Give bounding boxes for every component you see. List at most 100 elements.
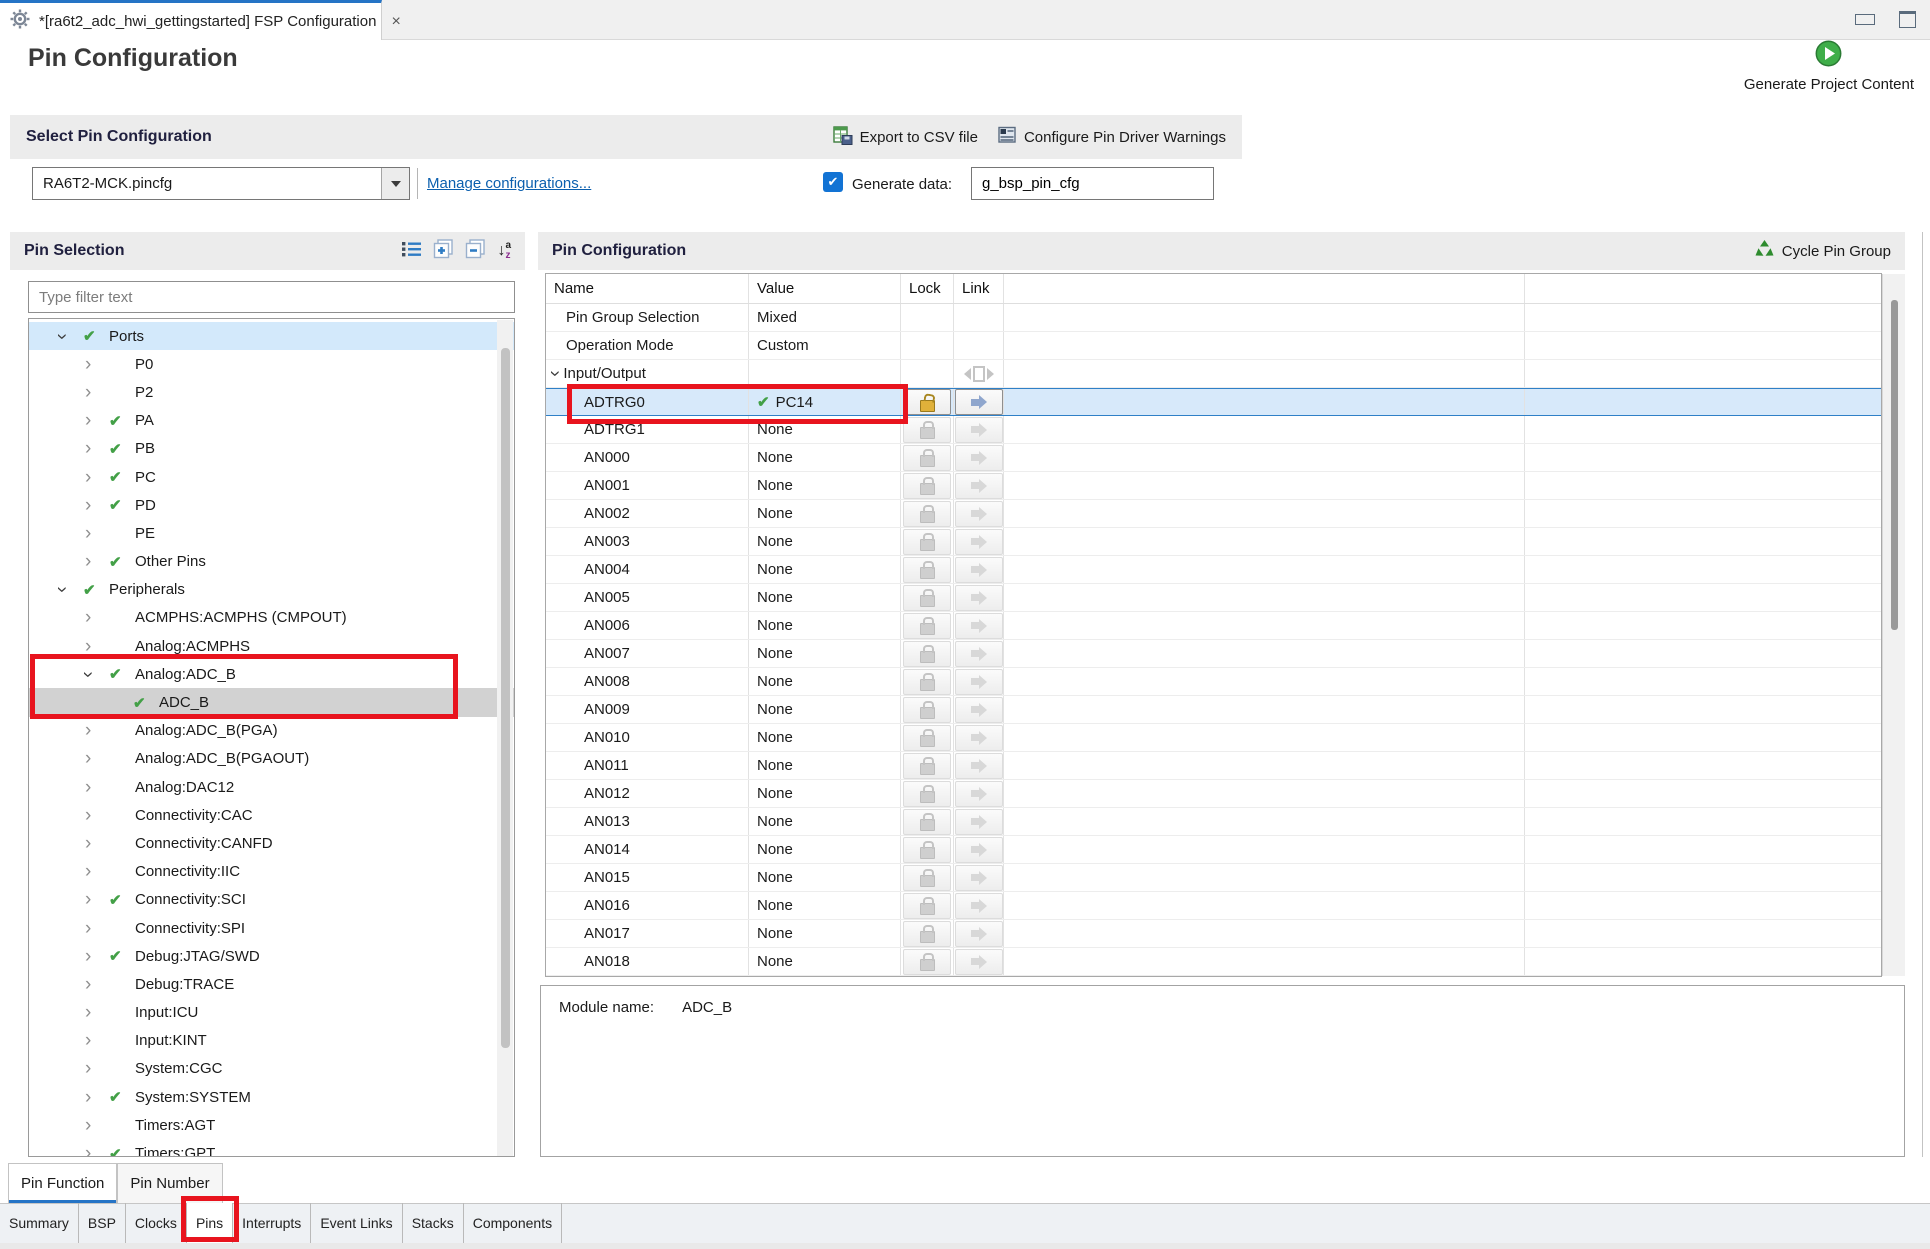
collapse-all-icon[interactable] xyxy=(465,239,486,264)
pin-table-row[interactable]: AN009None xyxy=(546,696,1881,724)
tab-summary[interactable]: Summary xyxy=(0,1203,79,1243)
tree-item[interactable]: ›Timers:AGT xyxy=(29,1111,514,1139)
pin-table-row[interactable]: AN014None xyxy=(546,836,1881,864)
pin-table-row[interactable]: AN013None xyxy=(546,808,1881,836)
tree-item[interactable]: ›P0 xyxy=(29,350,514,378)
lock-button[interactable] xyxy=(903,893,951,919)
tree-item[interactable]: ›✔Debug:JTAG/SWD xyxy=(29,942,514,970)
tree-item[interactable]: ›Connectivity:CANFD xyxy=(29,829,514,857)
link-button[interactable] xyxy=(955,921,1003,947)
chevron-down-icon[interactable]: › xyxy=(53,333,72,339)
chevron-right-icon[interactable]: › xyxy=(85,439,91,458)
tree-item[interactable]: ›✔Timers:GPT xyxy=(29,1139,514,1157)
table-scrollbar-thumb[interactable] xyxy=(1891,300,1898,630)
pin-table-row[interactable]: ADTRG1None xyxy=(546,416,1881,444)
pin-table-row[interactable]: ›Input/Output xyxy=(546,360,1881,388)
pin-table-row[interactable]: AN008None xyxy=(546,668,1881,696)
chevron-right-icon[interactable]: › xyxy=(85,1116,91,1135)
chevron-down-icon[interactable]: › xyxy=(546,370,565,376)
pin-table-row[interactable]: Pin Group SelectionMixed xyxy=(546,304,1881,332)
lock-button[interactable] xyxy=(903,417,951,443)
tree-scrollbar-thumb[interactable] xyxy=(501,348,510,1048)
tab-stacks[interactable]: Stacks xyxy=(403,1203,464,1243)
chevron-right-icon[interactable]: › xyxy=(85,411,91,430)
tree-item[interactable]: ›P2 xyxy=(29,378,514,406)
tree-item[interactable]: ›PE xyxy=(29,519,514,547)
link-button[interactable] xyxy=(955,613,1003,639)
chevron-right-icon[interactable]: › xyxy=(85,1059,91,1078)
chevron-right-icon[interactable]: › xyxy=(85,1031,91,1050)
generate-data-checkbox[interactable]: ✔ xyxy=(823,172,843,192)
pin-table-row[interactable]: AN006None xyxy=(546,612,1881,640)
chevron-right-icon[interactable]: › xyxy=(85,1088,91,1107)
expand-all-icon[interactable] xyxy=(433,239,454,264)
cycle-pin-group-button[interactable]: Cycle Pin Group xyxy=(1754,239,1891,264)
pin-table-row[interactable]: AN012None xyxy=(546,780,1881,808)
tree-item[interactable]: ›Input:KINT xyxy=(29,1027,514,1055)
chevron-right-icon[interactable]: › xyxy=(85,749,91,768)
tree-item[interactable]: ›System:CGC xyxy=(29,1055,514,1083)
link-button[interactable] xyxy=(955,669,1003,695)
pin-table-row[interactable]: AN017None xyxy=(546,920,1881,948)
lock-button[interactable] xyxy=(903,921,951,947)
table-scrollbar[interactable] xyxy=(1882,274,1905,976)
tree-item[interactable]: ›Connectivity:SPI xyxy=(29,914,514,942)
link-button[interactable] xyxy=(955,725,1003,751)
link-button[interactable] xyxy=(955,865,1003,891)
link-button[interactable] xyxy=(955,697,1003,723)
lock-button[interactable] xyxy=(903,697,951,723)
lock-button[interactable] xyxy=(903,753,951,779)
link-button[interactable] xyxy=(955,417,1003,443)
tree-item[interactable]: ›✔Peripherals xyxy=(29,576,514,604)
tab-clocks[interactable]: Clocks xyxy=(126,1203,187,1243)
link-button[interactable] xyxy=(955,753,1003,779)
tree-item[interactable]: ✔ADC_B xyxy=(29,688,514,716)
pin-table-row[interactable]: AN005None xyxy=(546,584,1881,612)
chevron-down-icon[interactable]: › xyxy=(53,587,72,593)
pin-configuration-select[interactable]: RA6T2-MCK.pincfg xyxy=(32,167,410,200)
tab-interrupts[interactable]: Interrupts xyxy=(233,1203,311,1243)
link-button[interactable] xyxy=(955,585,1003,611)
pin-table-row[interactable]: AN015None xyxy=(546,864,1881,892)
link-button[interactable] xyxy=(955,837,1003,863)
lock-button[interactable] xyxy=(903,613,951,639)
lock-button[interactable] xyxy=(903,557,951,583)
pin-table-row[interactable]: AN007None xyxy=(546,640,1881,668)
tree-item[interactable]: ›Analog:DAC12 xyxy=(29,773,514,801)
chevron-right-icon[interactable]: › xyxy=(85,890,91,909)
pin-table-row[interactable]: AN000None xyxy=(546,444,1881,472)
chevron-right-icon[interactable]: › xyxy=(85,637,91,656)
tree-item[interactable]: ›Debug:TRACE xyxy=(29,970,514,998)
pin-table-row[interactable]: AN010None xyxy=(546,724,1881,752)
pane-tab-pin-number[interactable]: Pin Number xyxy=(117,1163,222,1203)
chevron-right-icon[interactable]: › xyxy=(85,524,91,543)
tree-item[interactable]: ›ACMPHS:ACMPHS (CMPOUT) xyxy=(29,604,514,632)
lock-button[interactable] xyxy=(903,781,951,807)
chevron-right-icon[interactable]: › xyxy=(85,383,91,402)
chevron-right-icon[interactable]: › xyxy=(85,947,91,966)
link-button[interactable] xyxy=(955,809,1003,835)
export-to-csv-button[interactable]: Export to CSV file xyxy=(833,126,978,149)
chevron-right-icon[interactable]: › xyxy=(85,862,91,881)
tree-item[interactable]: ›✔PD xyxy=(29,491,514,519)
tree-item[interactable]: ›✔Analog:ADC_B xyxy=(29,660,514,688)
lock-button[interactable] xyxy=(903,669,951,695)
fsp-configuration-tab[interactable]: *[ra6t2_adc_hwi_gettingstarted] FSP Conf… xyxy=(0,0,382,40)
link-button[interactable] xyxy=(955,529,1003,555)
lock-button[interactable] xyxy=(903,809,951,835)
lock-button[interactable] xyxy=(903,585,951,611)
link-button[interactable] xyxy=(955,949,1003,975)
chevron-right-icon[interactable]: › xyxy=(85,834,91,853)
link-button[interactable] xyxy=(955,473,1003,499)
lock-button[interactable] xyxy=(903,501,951,527)
dropdown-button[interactable] xyxy=(381,168,409,199)
manage-configurations-link[interactable]: Manage configurations... xyxy=(427,175,591,192)
link-button[interactable] xyxy=(955,557,1003,583)
minimize-icon[interactable] xyxy=(1855,14,1875,25)
pin-table-row[interactable]: AN004None xyxy=(546,556,1881,584)
chevron-right-icon[interactable]: › xyxy=(85,721,91,740)
link-button[interactable] xyxy=(955,445,1003,471)
sort-az-icon[interactable]: ↓az xyxy=(497,241,511,261)
maximize-icon[interactable] xyxy=(1899,11,1916,28)
pin-table-row[interactable]: AN016None xyxy=(546,892,1881,920)
